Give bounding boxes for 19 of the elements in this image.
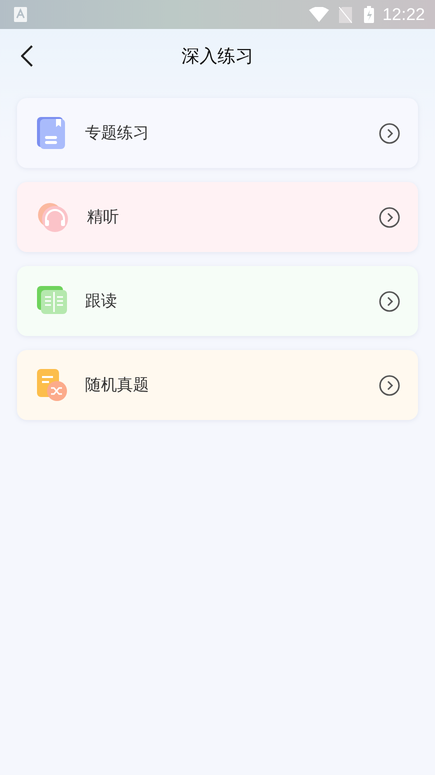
book-icon [37,117,67,149]
page-title: 深入练习 [182,45,254,68]
battery-charging-icon [364,6,374,23]
practice-card[interactable]: 随机真题 [17,350,418,420]
practice-card[interactable]: 精听 [17,182,418,252]
practice-card[interactable]: 跟读 [17,266,418,336]
wifi-icon [309,7,330,22]
status-time: 12:22 [382,4,425,24]
open-book-icon [37,286,67,316]
practice-card[interactable]: 专题练习 [17,98,418,168]
headphones-icon [37,201,69,233]
chevron-right-circle-icon [379,122,400,144]
shuffle-document-icon [37,369,67,401]
chevron-right-circle-icon [379,374,400,396]
chevron-right-circle-icon [379,290,400,312]
app-notification-icon [14,7,27,22]
chevron-right-circle-icon [379,206,400,228]
no-sim-icon [339,6,352,22]
back-icon [21,45,33,67]
